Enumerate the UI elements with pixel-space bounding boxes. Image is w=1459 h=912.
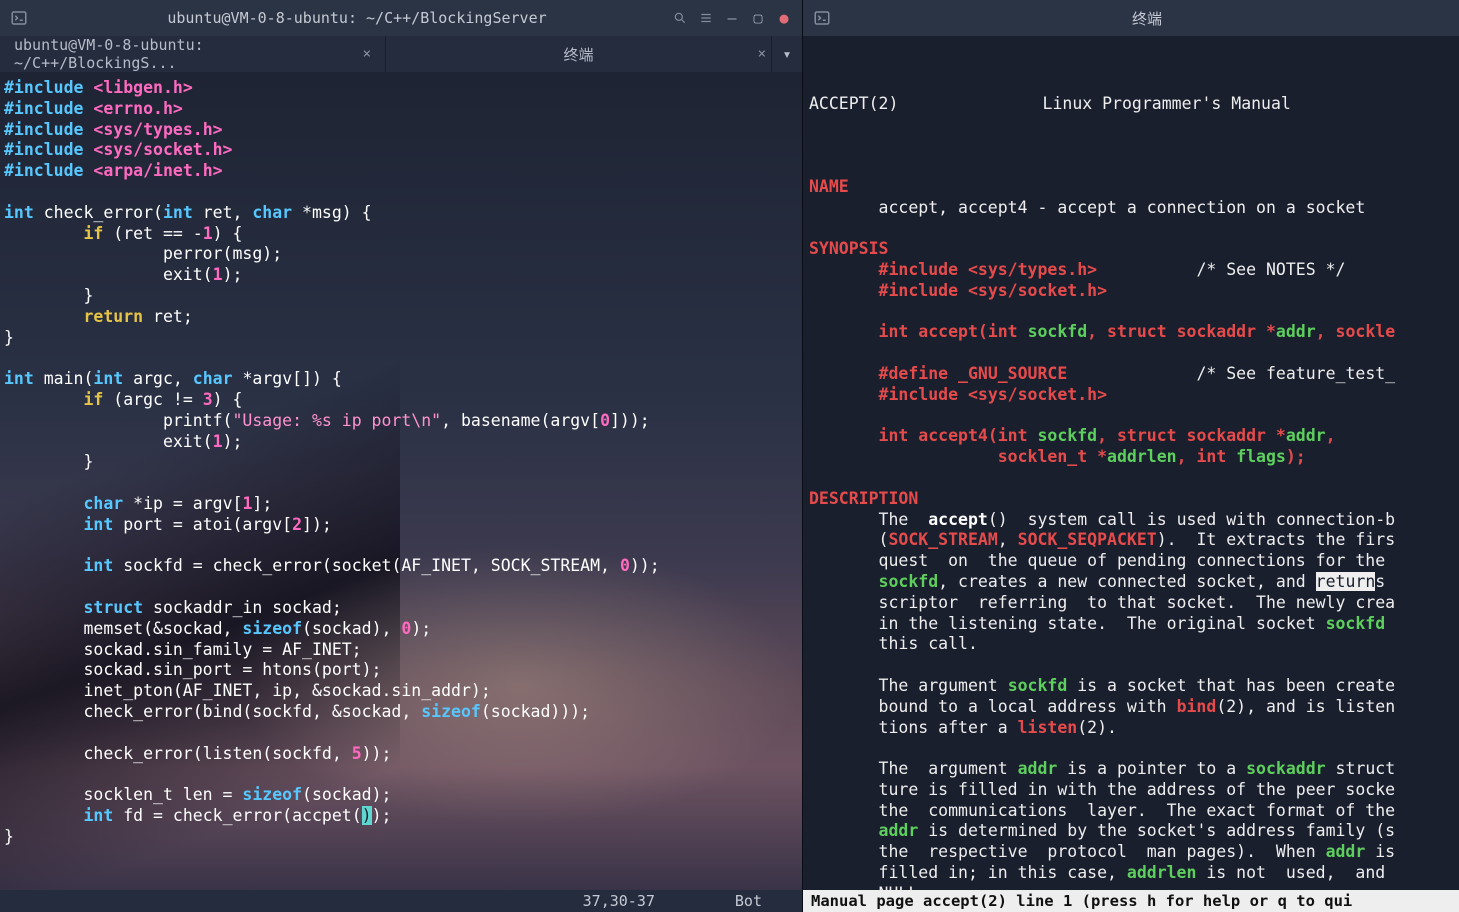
tab-label: 终端 <box>563 44 593 65</box>
close-tab-icon[interactable]: × <box>758 46 766 62</box>
tab-0[interactable]: ubuntu@VM-0-8-ubuntu: ~/C++/BlockingS...… <box>0 36 386 72</box>
man-header-left: ACCEPT(2) <box>809 94 898 115</box>
cursor-position: 37,30-37 <box>583 892 655 910</box>
man-page-pane[interactable]: ACCEPT(2) Linux Programmer's Manual NAME… <box>803 36 1459 890</box>
man-header-center: Linux Programmer's Manual <box>1043 94 1291 115</box>
left-titlebar[interactable]: ubuntu@VM-0-8-ubuntu: ~/C++/BlockingServ… <box>0 0 802 36</box>
maximize-button[interactable]: ▢ <box>750 10 766 26</box>
hamburger-menu-icon[interactable] <box>698 10 714 26</box>
man-statusline: Manual page accept(2) line 1 (press h fo… <box>803 890 1459 912</box>
terminal-icon <box>10 9 28 27</box>
tab-1[interactable]: 终端 × <box>386 36 772 72</box>
right-terminal-window: 终端 ACCEPT(2) Linux Programmer's Manual N… <box>803 0 1459 912</box>
scroll-position: Bot <box>735 892 762 910</box>
right-window-title: 终端 <box>845 8 1449 29</box>
code-editor-pane[interactable]: #include <libgen.h>#include <errno.h>#in… <box>0 72 802 890</box>
man-content: NAME accept, accept4 - accept a connecti… <box>809 156 1455 890</box>
tab-label: ubuntu@VM-0-8-ubuntu: ~/C++/BlockingS... <box>14 36 355 72</box>
left-terminal-window: ubuntu@VM-0-8-ubuntu: ~/C++/BlockingServ… <box>0 0 803 912</box>
right-titlebar[interactable]: 终端 <box>803 0 1459 36</box>
search-icon[interactable] <box>672 10 688 26</box>
new-tab-button[interactable]: ▾ <box>772 36 802 72</box>
close-tab-icon[interactable]: × <box>363 46 371 62</box>
man-header: ACCEPT(2) Linux Programmer's Manual <box>809 94 1455 115</box>
vim-statusbar: 37,30-37 Bot <box>0 890 802 912</box>
terminal-icon <box>813 9 831 27</box>
minimize-button[interactable]: — <box>724 10 740 26</box>
left-tabbar: ubuntu@VM-0-8-ubuntu: ~/C++/BlockingS...… <box>0 36 802 72</box>
left-window-title: ubuntu@VM-0-8-ubuntu: ~/C++/BlockingServ… <box>42 9 672 27</box>
code-content: #include <libgen.h>#include <errno.h>#in… <box>4 78 798 847</box>
close-button[interactable]: ● <box>776 10 792 26</box>
